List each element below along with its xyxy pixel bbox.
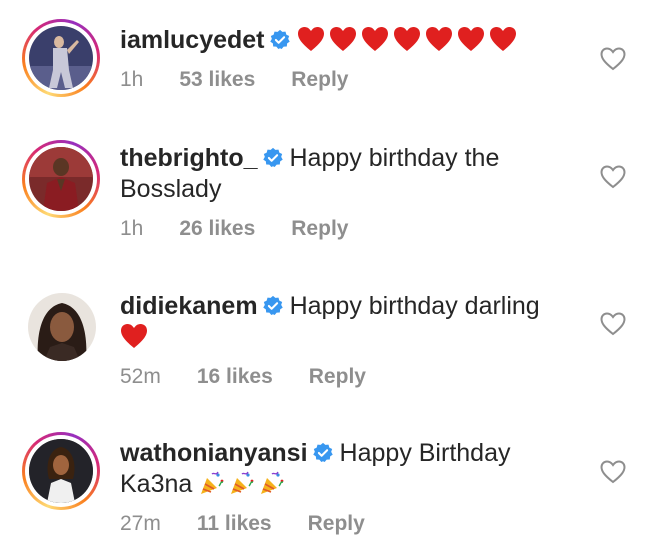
avatar-photo (29, 147, 93, 211)
username[interactable]: didiekanem (120, 292, 258, 320)
party-popper-emoji (231, 471, 254, 494)
comment-meta: 1h 53 likes Reply (120, 68, 348, 92)
timestamp: 52m (120, 365, 161, 388)
avatar-photo (28, 293, 96, 361)
username[interactable]: wathonianyansi (120, 439, 308, 467)
likes-count[interactable]: 11 likes (197, 512, 272, 536)
timestamp: 1h (120, 68, 144, 91)
verified-badge-icon (312, 442, 333, 462)
like-heart-icon[interactable] (600, 165, 626, 189)
avatar[interactable] (22, 432, 100, 510)
username[interactable]: iamlucyedet (120, 26, 265, 54)
heart-emoji-group (297, 26, 521, 54)
heart-emoji (297, 27, 324, 51)
timestamp: 1h (120, 217, 144, 240)
username[interactable]: thebrighto_ (120, 144, 258, 172)
likes-count[interactable]: 53 likes (179, 68, 255, 92)
comment-text: thebrighto_ Happy birthday the Bosslady (120, 143, 560, 205)
comment-meta: 27m 11 likes Reply (120, 512, 365, 536)
comment-body: Happy birthday darling (289, 292, 540, 320)
heart-emoji (489, 27, 516, 51)
party-popper-emoji (261, 471, 284, 494)
reply-button[interactable]: Reply (291, 68, 348, 92)
party-popper-emoji-group (199, 470, 289, 498)
heart-emoji (121, 324, 147, 348)
likes-count[interactable]: 26 likes (179, 217, 255, 241)
heart-emoji (361, 27, 388, 51)
reply-button[interactable]: Reply (308, 512, 365, 536)
reply-button[interactable]: Reply (309, 365, 366, 389)
avatar-photo (29, 439, 93, 503)
comment-text: wathonianyansi Happy Birthday Ka3na (120, 438, 560, 500)
likes-count[interactable]: 16 likes (197, 365, 273, 389)
like-heart-icon[interactable] (600, 460, 626, 484)
heart-emoji (393, 27, 420, 51)
verified-badge-icon (262, 295, 283, 315)
avatar[interactable] (22, 19, 100, 97)
like-heart-icon[interactable] (600, 47, 626, 71)
comment-meta: 1h 26 likes Reply (120, 217, 348, 241)
avatar[interactable] (22, 140, 100, 218)
comment-meta: 52m 16 likes Reply (120, 365, 366, 389)
avatar[interactable] (28, 293, 96, 361)
party-popper-emoji (201, 471, 224, 494)
heart-emoji (457, 27, 484, 51)
timestamp: 27m (120, 512, 161, 535)
like-heart-icon[interactable] (600, 312, 626, 336)
avatar-photo (29, 26, 93, 90)
comment-text: iamlucyedet (120, 25, 560, 56)
verified-badge-icon (269, 29, 290, 49)
heart-emoji (425, 27, 452, 51)
comment-text: didiekanem Happy birthday darling (120, 291, 560, 353)
reply-button[interactable]: Reply (291, 217, 348, 241)
verified-badge-icon (262, 147, 283, 167)
heart-emoji (329, 27, 356, 51)
